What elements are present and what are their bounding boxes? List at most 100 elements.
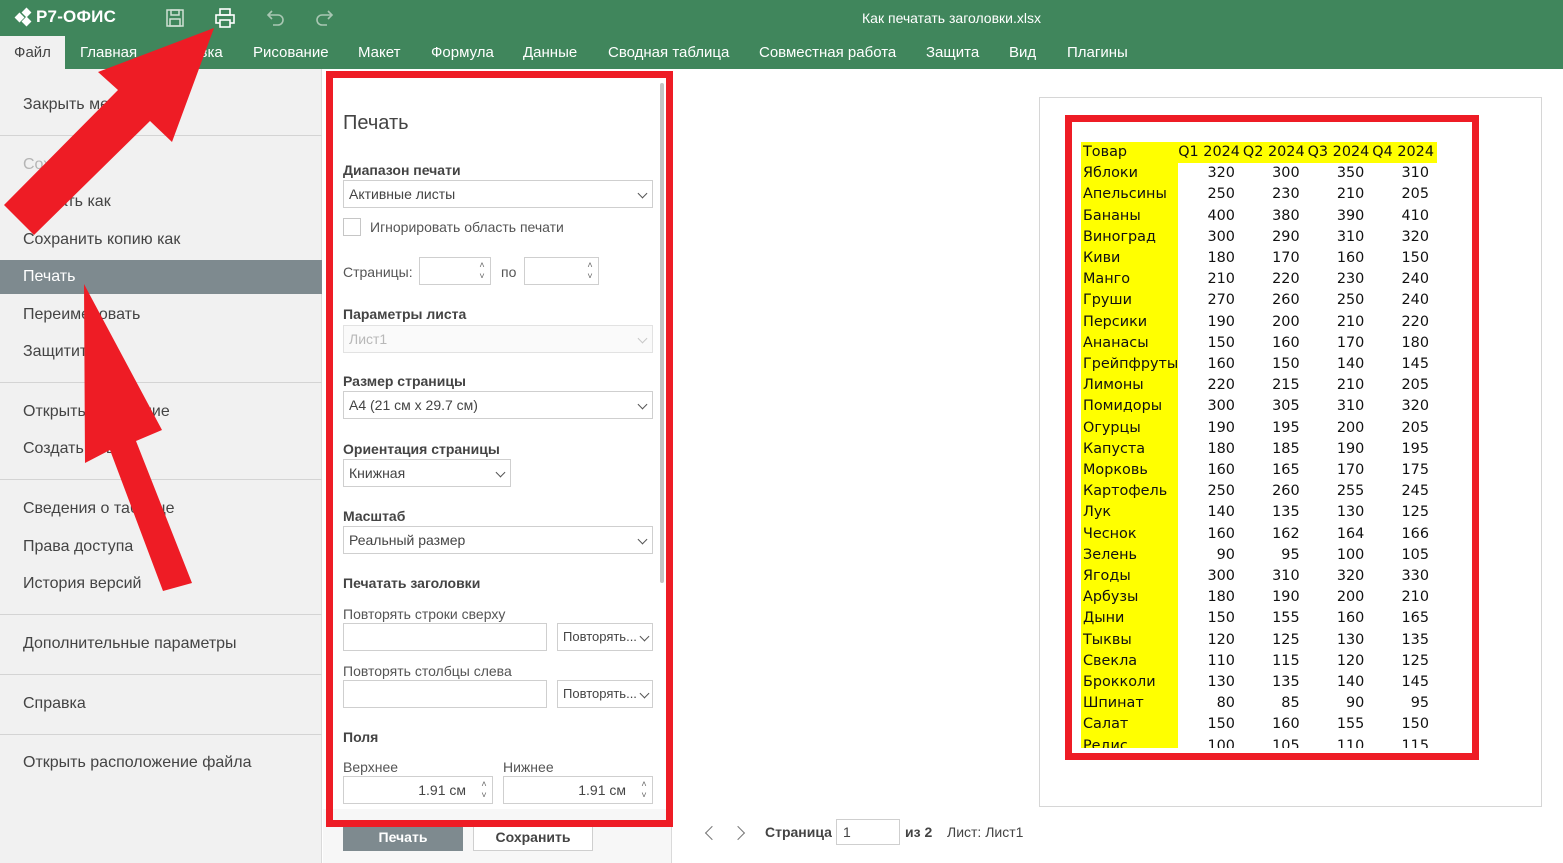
save-button[interactable]: Сохранить (473, 823, 593, 851)
table-row: Чеснок 160 162 164 166 (1081, 523, 1437, 545)
spin-down-icon[interactable]: ˅ (479, 790, 489, 800)
value-cell: 135 (1401, 631, 1429, 648)
table-row: Тыквы 120 125 130 135 (1081, 629, 1437, 651)
table-row: Свекла 110 115 120 125 (1081, 650, 1437, 673)
print-range-select[interactable]: Активные листы (343, 180, 653, 208)
margin-top-value: 1.91 см (418, 782, 466, 798)
menu-advanced-settings[interactable]: Дополнительные параметры (0, 627, 322, 661)
table-row: Редис 100 105 110 115 (1081, 735, 1437, 748)
value-cell: 310 (1272, 568, 1300, 585)
margins-label: Поля (343, 729, 379, 745)
menu-tabs: Файл Главная Вставка Рисование Макет Фор… (0, 36, 1563, 69)
margin-top-input[interactable]: 1.91 см ˄ ˅ (343, 776, 493, 804)
value-cell: 240 (1401, 271, 1429, 288)
tab-file[interactable]: Файл (0, 36, 65, 69)
value-cell: 95 (1410, 695, 1429, 712)
menu-access-rights[interactable]: Права доступа (0, 530, 322, 564)
product-cell: Брокколи (1081, 672, 1179, 694)
value-cell: 125 (1401, 504, 1429, 521)
value-cell: 160 (1272, 334, 1300, 351)
spin-down-icon[interactable]: ˅ (585, 271, 595, 281)
spin-up-icon[interactable]: ˄ (585, 260, 595, 270)
tab-home[interactable]: Главная (80, 36, 137, 69)
tab-view[interactable]: Вид (1009, 36, 1036, 69)
value-cell: 390 (1336, 207, 1365, 224)
page-number-input[interactable]: 1 (836, 819, 900, 845)
value-cell: 170 (1272, 250, 1300, 267)
menu-version-history[interactable]: История версий (0, 567, 322, 601)
value-cell: 150 (1272, 356, 1300, 373)
spin-up-icon[interactable]: ˄ (477, 260, 487, 270)
spin-up-icon[interactable]: ˄ (639, 779, 649, 789)
value-cell: 240 (1401, 292, 1429, 309)
value-cell: 320 (1207, 165, 1235, 182)
spin-down-icon[interactable]: ˅ (639, 790, 649, 800)
tab-data[interactable]: Данные (523, 36, 577, 69)
ignore-print-area-label: Игнорировать область печати (370, 219, 564, 235)
menu-help[interactable]: Справка (0, 687, 322, 721)
value-cell: 190 (1207, 419, 1235, 436)
table-row: Морковь 160 165 170 175 (1081, 460, 1437, 482)
orientation-select[interactable]: Книжная (343, 459, 511, 487)
menu-rename[interactable]: Переименовать (0, 298, 322, 332)
menu-open-recent[interactable]: Открыть последние (0, 395, 322, 429)
header-cell: Товар (1081, 142, 1179, 164)
pages-from-input[interactable]: ˄ ˅ (419, 257, 491, 285)
menu-protect[interactable]: Защитить (0, 335, 322, 369)
value-cell: 175 (1401, 462, 1429, 479)
value-cell: 250 (1336, 292, 1365, 309)
menu-create-new[interactable]: Создать новую (0, 432, 322, 466)
value-cell: 150 (1401, 716, 1429, 733)
product-cell: Бананы (1081, 205, 1179, 227)
tab-plugins[interactable]: Плагины (1067, 36, 1128, 69)
value-cell: 165 (1272, 462, 1300, 479)
value-cell: 160 (1207, 462, 1235, 479)
tab-layout[interactable]: Макет (358, 36, 400, 69)
page-size-label: Размер страницы (343, 373, 466, 389)
menu-info[interactable]: Сведения о таблице (0, 492, 322, 526)
panel-scrollbar[interactable] (660, 83, 664, 583)
menu-save[interactable]: Сохранить (0, 148, 322, 182)
tab-pivot-table[interactable]: Сводная таблица (608, 36, 729, 69)
value-cell: 180 (1207, 589, 1235, 606)
tab-draw[interactable]: Рисование (253, 36, 329, 69)
scale-select[interactable]: Реальный размер (343, 526, 653, 554)
table-row: Капуста 180 185 190 195 (1081, 438, 1437, 461)
repeat-cols-select[interactable]: Повторять... (557, 680, 653, 708)
ignore-print-area-checkbox[interactable] (343, 218, 361, 236)
sheet-name-label: Лист: Лист1 (947, 824, 1024, 840)
menu-close[interactable]: Закрыть меню (0, 88, 322, 122)
data-table: Товар Q1 2024 Q2 2024 Q3 2024 Q4 2024 Яб… (1081, 142, 1437, 748)
value-cell: 100 (1336, 546, 1365, 563)
spin-down-icon[interactable]: ˅ (477, 271, 487, 281)
repeat-cols-input[interactable] (343, 680, 547, 708)
value-cell: 290 (1272, 228, 1300, 245)
menu-print[interactable]: Печать (0, 260, 322, 294)
table-row: Арбузы 180 190 200 210 (1081, 587, 1437, 609)
pages-to-input[interactable]: ˄ ˅ (524, 257, 599, 285)
sheet-select[interactable]: Лист1 (343, 325, 653, 353)
margin-bottom-value: 1.91 см (578, 782, 626, 798)
tab-protection[interactable]: Защита (926, 36, 979, 69)
product-cell: Яблоки (1081, 163, 1179, 185)
orientation-label: Ориентация страницы (343, 441, 500, 457)
repeat-rows-select[interactable]: Повторять... (557, 623, 653, 651)
repeat-rows-input[interactable] (343, 623, 547, 651)
tab-insert[interactable]: Вставка (167, 36, 223, 69)
menu-open-file-location[interactable]: Открыть расположение файла (0, 746, 322, 780)
value-cell: 140 (1336, 674, 1365, 691)
menu-save-copy-as[interactable]: Сохранить копию как (0, 223, 322, 257)
page-size-select[interactable]: A4 (21 см x 29.7 см) (343, 391, 653, 419)
tab-collaboration[interactable]: Совместная работа (759, 36, 896, 69)
prev-page-icon[interactable] (704, 825, 720, 841)
print-button[interactable]: Печать (343, 823, 463, 851)
value-cell: 115 (1272, 652, 1300, 669)
value-cell: 130 (1336, 504, 1365, 521)
menu-download-as[interactable]: Скачать как (0, 185, 322, 219)
next-page-icon[interactable] (730, 825, 746, 841)
tab-formula[interactable]: Формула (431, 36, 494, 69)
spin-up-icon[interactable]: ˄ (479, 779, 489, 789)
scale-label: Масштаб (343, 508, 406, 524)
margin-bottom-input[interactable]: 1.91 см ˄ ˅ (503, 776, 653, 804)
print-panel-title: Печать (343, 112, 409, 134)
